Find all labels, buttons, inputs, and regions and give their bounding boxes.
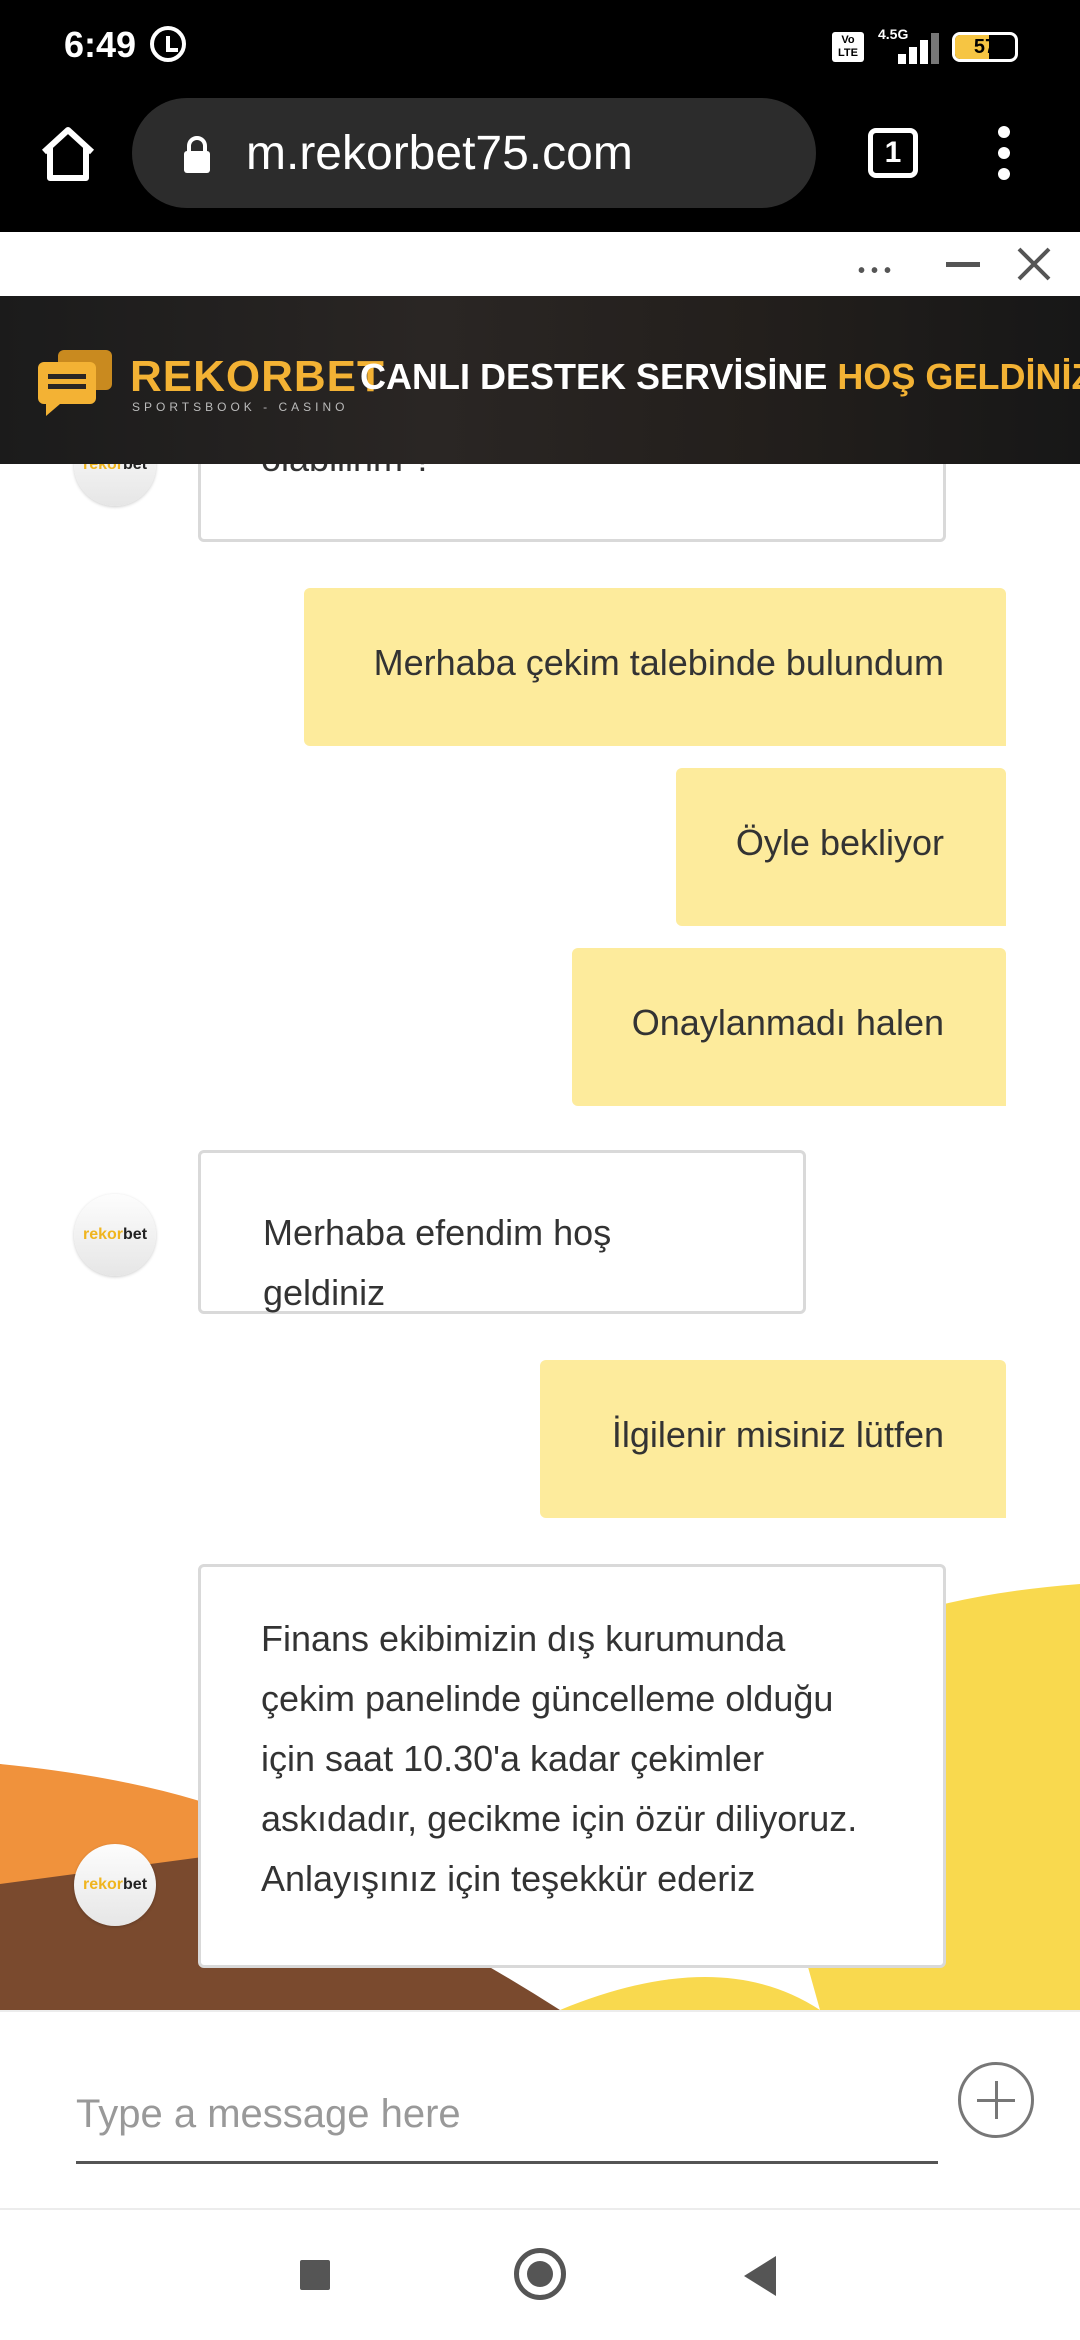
- minimize-icon[interactable]: [946, 262, 980, 267]
- message-line: çekim panelinde güncelleme olduğu: [261, 1678, 834, 1719]
- banner-headline-accent: HOŞ GELDİNİZ: [837, 356, 1080, 397]
- message-text: İlgilenir misiniz lütfen: [611, 1414, 944, 1455]
- avatar-brand-part1: rekor: [82, 464, 124, 473]
- browser-menu-icon[interactable]: [994, 126, 1014, 180]
- avatar-brand-part1: rekor: [82, 1226, 124, 1243]
- system-nav-bar: [0, 2208, 1080, 2340]
- chat-transcript[interactable]: rekorbet olabilirim ? Merhaba çekim tale…: [0, 464, 1080, 2010]
- lock-icon: [184, 136, 210, 173]
- message-line: için saat 10.30'a kadar çekimler: [261, 1738, 765, 1779]
- avatar-brand-part1: rekor: [82, 1876, 124, 1893]
- avatar-brand-part2: bet: [123, 1876, 148, 1893]
- alarm-icon: [150, 26, 186, 62]
- signal-icon: [880, 30, 939, 64]
- agent-message: Finans ekibimizin dış kurumunda çekim pa…: [198, 1564, 946, 1968]
- add-attachment-icon[interactable]: [958, 2062, 1034, 2138]
- status-bar: 6:49 Vo LTE 4.5G 57: [0, 0, 1080, 98]
- status-time: 6:49: [64, 24, 137, 65]
- message-line: Finans ekibimizin dış kurumunda: [261, 1618, 786, 1659]
- banner-headline-main: CANLI DESTEK SERVİSİNE: [360, 356, 838, 397]
- avatar-brand-part2: bet: [123, 464, 148, 473]
- home-icon[interactable]: [36, 122, 100, 186]
- battery-level: 57: [973, 36, 997, 58]
- volte-icon: Vo LTE: [832, 32, 864, 62]
- agent-message: olabilirim ?: [198, 464, 946, 542]
- banner-brand: REKORBET: [130, 352, 385, 401]
- support-banner: REKORBET SPORTSBOOK - CASINO CANLI DESTE…: [0, 296, 1080, 464]
- user-message: Merhaba çekim talebinde bulundum: [304, 588, 1006, 746]
- recent-apps-icon[interactable]: [300, 2260, 330, 2290]
- agent-message: Merhaba efendim hoş geldiniz: [198, 1150, 806, 1314]
- tab-switcher-button[interactable]: 1: [868, 128, 918, 178]
- user-message: Onaylanmadı halen: [572, 948, 1006, 1106]
- battery-icon: 57: [952, 32, 1018, 62]
- user-message: İlgilenir misiniz lütfen: [540, 1360, 1006, 1518]
- banner-brand-sub: SPORTSBOOK - CASINO: [132, 400, 349, 414]
- message-text: Onaylanmadı halen: [631, 1002, 944, 1043]
- avatar-brand-part2: bet: [123, 1226, 148, 1243]
- back-icon[interactable]: [744, 2256, 776, 2296]
- message-text: Öyle bekliyor: [735, 822, 944, 863]
- banner-headline: CANLI DESTEK SERVİSİNE HOŞ GELDİNİZ: [360, 356, 1080, 398]
- home-button-icon[interactable]: [514, 2248, 566, 2300]
- address-bar[interactable]: m.rekorbet75.com: [132, 98, 816, 208]
- user-message: Öyle bekliyor: [676, 768, 1006, 926]
- agent-avatar: rekorbet: [74, 1194, 156, 1276]
- close-icon[interactable]: [1016, 246, 1052, 282]
- chat-bubble-logo-icon: [38, 350, 112, 416]
- browser-toolbar: m.rekorbet75.com 1: [0, 98, 1080, 232]
- message-text: olabilirim ?: [261, 464, 433, 479]
- message-line: Anlayışınız için teşekkür ederiz: [261, 1858, 756, 1899]
- agent-avatar: rekorbet: [74, 1844, 156, 1926]
- message-text: Merhaba efendim hoş geldiniz: [263, 1212, 612, 1313]
- message-line: askıdadır, gecikme için özür diliyoruz.: [261, 1798, 858, 1839]
- message-input[interactable]: [76, 2068, 938, 2164]
- more-dots-icon[interactable]: •••: [858, 260, 897, 283]
- message-text: Merhaba çekim talebinde bulundum: [373, 642, 944, 683]
- message-composer: [0, 2010, 1080, 2208]
- chat-widget-controls: •••: [0, 232, 1080, 296]
- url-text: m.rekorbet75.com: [246, 127, 633, 180]
